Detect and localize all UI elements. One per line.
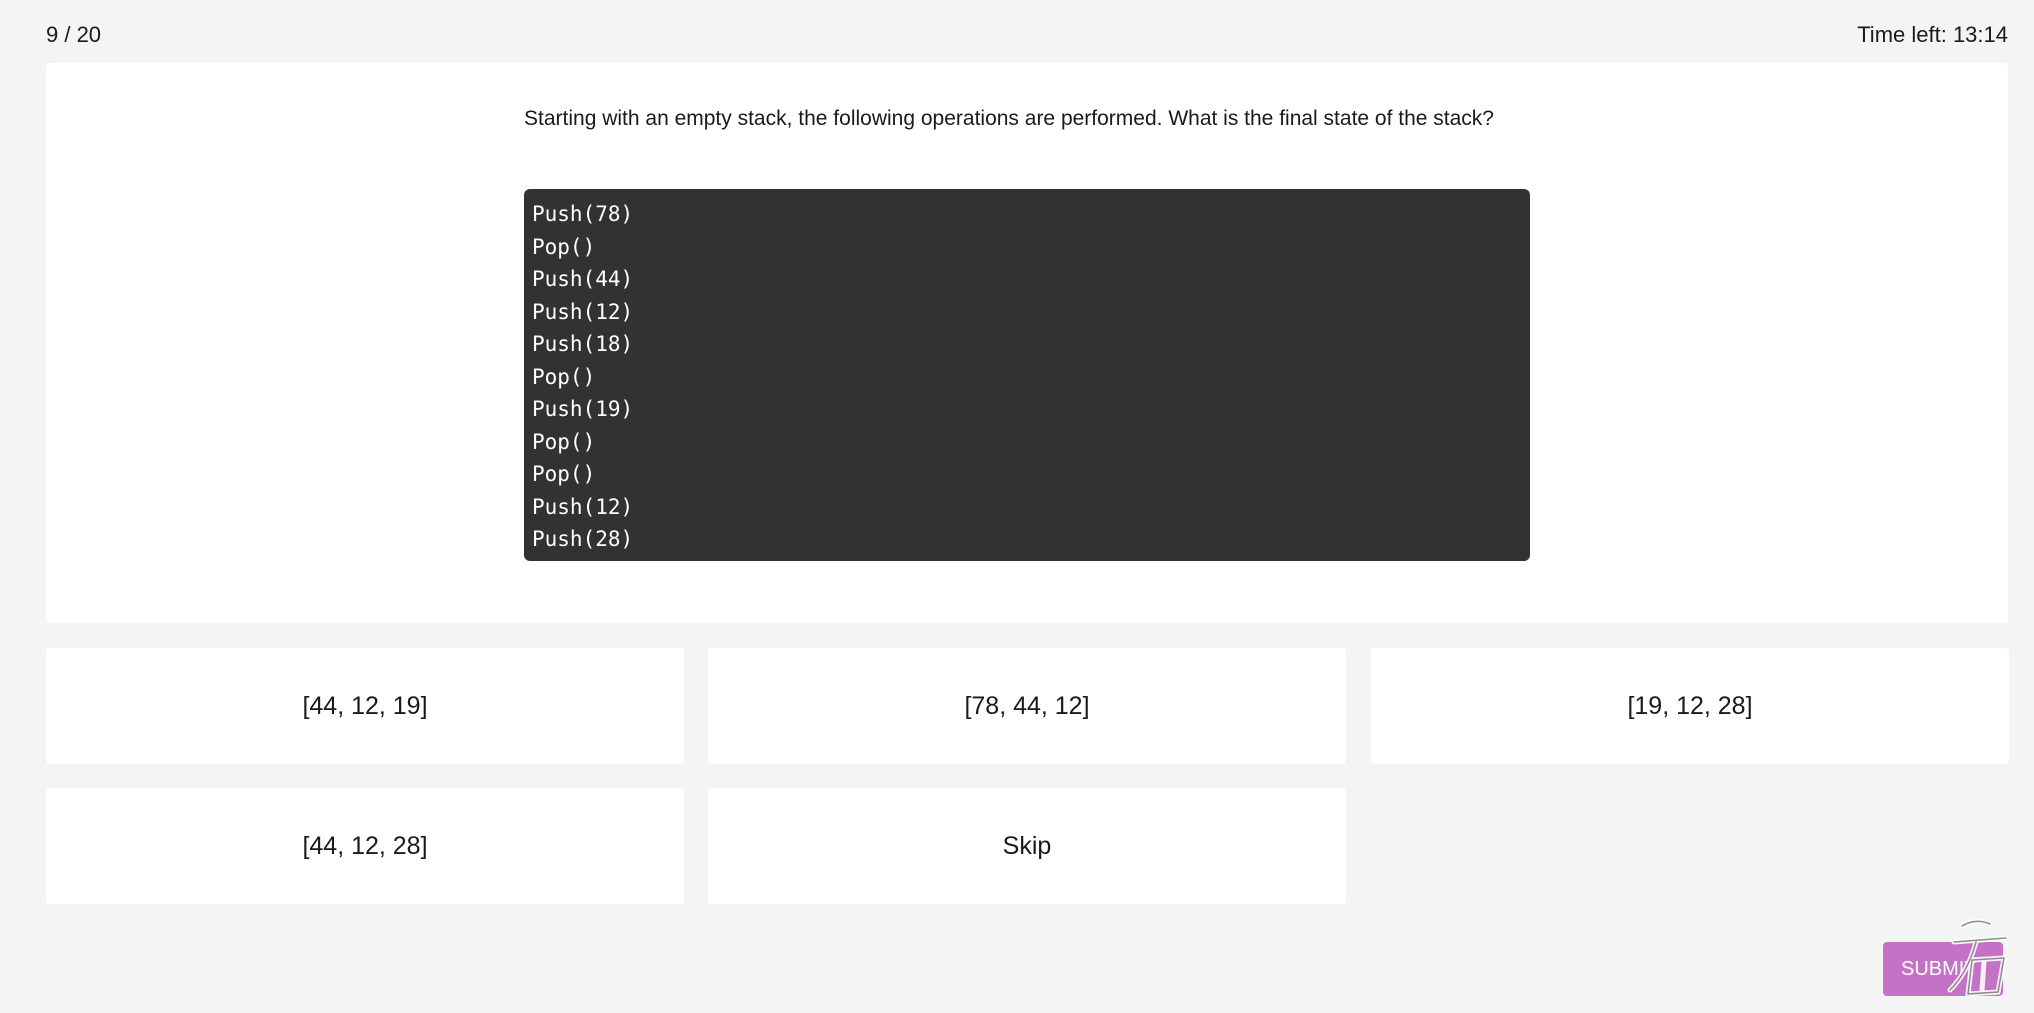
answer-option[interactable]: [44, 12, 28]: [46, 788, 684, 904]
submit-button[interactable]: SUBMIT: [1883, 942, 2003, 996]
code-line: Push(78): [532, 202, 634, 226]
answer-option[interactable]: [19, 12, 28]: [1371, 648, 2009, 764]
code-line: Pop(): [532, 364, 596, 389]
question-card: Starting with an empty stack, the follow…: [46, 63, 2008, 623]
code-line: Push(44): [532, 267, 634, 291]
code-line: Pop(): [532, 234, 596, 259]
code-line: Push(12): [532, 299, 634, 324]
code-line: Pop(): [532, 462, 596, 486]
time-left: Time left: 13:14: [1857, 22, 2008, 47]
code-line: Push(19): [532, 397, 634, 421]
question-text: Starting with an empty stack, the follow…: [524, 107, 1494, 130]
code-line: Pop(): [532, 429, 596, 454]
code-line: Push(28): [532, 527, 634, 551]
code-line: Push(12): [532, 494, 634, 519]
answer-option[interactable]: [78, 44, 12]: [708, 648, 1346, 764]
code-block: Push(78) Pop() Push(44) Push(12) Push(18…: [524, 189, 1530, 561]
question-progress: 9 / 20: [46, 22, 102, 47]
code-line: Push(18): [532, 332, 634, 356]
skip-option[interactable]: Skip: [708, 788, 1346, 904]
answer-option[interactable]: [44, 12, 19]: [46, 648, 684, 764]
